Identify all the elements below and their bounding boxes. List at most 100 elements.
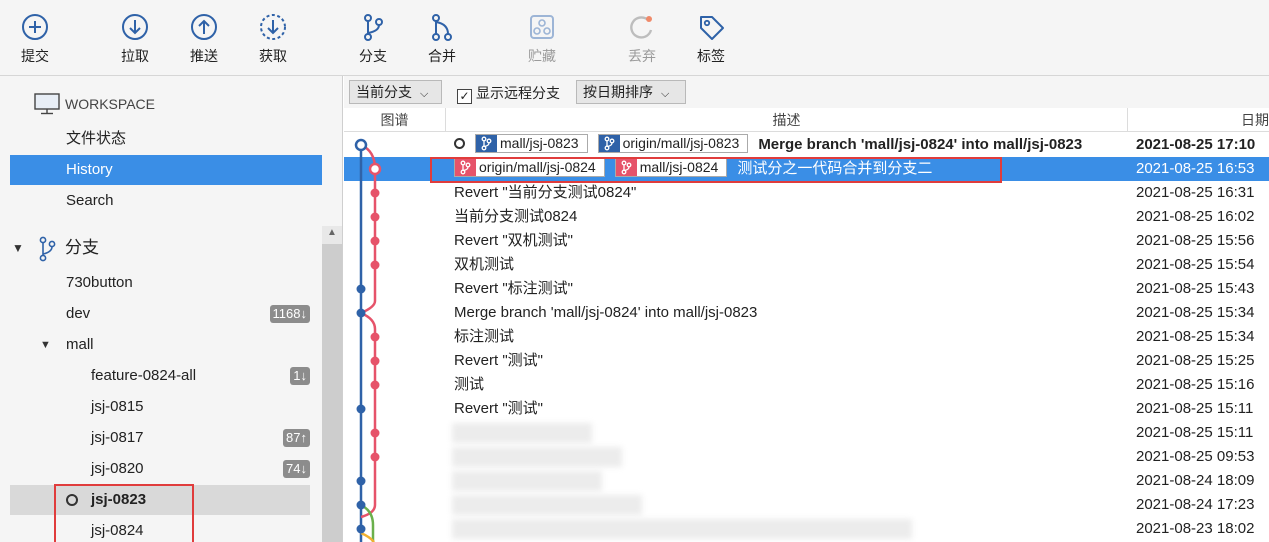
commit-message: 测试 bbox=[454, 376, 485, 393]
graph-node[interactable] bbox=[356, 476, 366, 486]
branch-scope-select[interactable]: 当前分支 ⌵ bbox=[349, 80, 442, 104]
graph-node[interactable] bbox=[370, 332, 380, 342]
branch-name: feature-0824-all bbox=[91, 367, 197, 384]
commit-row[interactable]: Revert "双机测试" 2021-08-25 15:56 bbox=[344, 229, 1269, 253]
redacted-text bbox=[452, 423, 592, 443]
sidebar-item-history[interactable]: History bbox=[10, 155, 322, 185]
commit-row[interactable]: Revert "当前分支测试0824" 2021-08-25 16:31 bbox=[344, 181, 1269, 205]
graph-node[interactable] bbox=[370, 452, 380, 462]
commit-date: 2021-08-25 15:56 bbox=[1136, 232, 1255, 249]
merge-button[interactable]: 合并 bbox=[412, 10, 472, 70]
head-marker-icon bbox=[454, 138, 465, 149]
branch-name: mall bbox=[66, 336, 94, 353]
graph-column-header[interactable]: 图谱 bbox=[344, 108, 446, 132]
tag-button[interactable]: 标签 bbox=[681, 10, 741, 70]
date-column-header[interactable]: 日期 bbox=[1128, 108, 1269, 132]
workspace-header[interactable]: WORKSPACE bbox=[34, 89, 346, 119]
discard-button[interactable]: 丢弃 bbox=[612, 10, 672, 70]
commit-date: 2021-08-23 18:02 bbox=[1136, 520, 1255, 537]
merge-icon bbox=[432, 14, 452, 41]
push-button[interactable]: 推送 bbox=[174, 10, 234, 70]
commit-date: 2021-08-24 18:09 bbox=[1136, 472, 1255, 489]
sidebar-branch-jsj-0817[interactable]: jsj-0817 87↑ bbox=[10, 423, 322, 453]
commit-date: 2021-08-25 16:31 bbox=[1136, 184, 1255, 201]
commit-label: 提交 bbox=[21, 48, 49, 64]
commit-date: 2021-08-25 17:10 bbox=[1136, 136, 1256, 153]
graph-node[interactable] bbox=[370, 356, 380, 366]
graph-node[interactable] bbox=[370, 188, 380, 198]
commit-date: 2021-08-25 15:11 bbox=[1136, 400, 1254, 417]
stash-label: 贮藏 bbox=[528, 48, 556, 64]
behind-count-badge: 1↓ bbox=[290, 367, 310, 385]
commit-button[interactable]: 提交 bbox=[5, 10, 65, 70]
chevron-down-icon: ⌵ bbox=[661, 88, 670, 100]
sourcetree-window: 提交 拉取 推送 获取 分支 合并 贮藏 丢弃 标签 WORKSPACE 文件状… bbox=[0, 0, 1269, 542]
branches-header[interactable]: ▼ 分支 bbox=[10, 233, 322, 263]
commit-row[interactable]: Revert "测试" 2021-08-25 15:11 bbox=[344, 397, 1269, 421]
commit-row[interactable]: 当前分支测试0824 2021-08-25 16:02 bbox=[344, 205, 1269, 229]
graph-node[interactable] bbox=[370, 236, 380, 246]
commit-row[interactable]: 双机测试 2021-08-25 15:54 bbox=[344, 253, 1269, 277]
commit-date: 2021-08-24 17:23 bbox=[1136, 496, 1255, 513]
graph-node-selected[interactable] bbox=[368, 162, 382, 176]
sidebar-branch-dev[interactable]: dev 1168↓ bbox=[10, 299, 322, 329]
sidebar-branch-feature-0824-all[interactable]: feature-0824-all 1↓ bbox=[10, 361, 322, 391]
commit-row[interactable]: Revert "标注测试" 2021-08-25 15:43 bbox=[344, 277, 1269, 301]
branch-icon bbox=[39, 236, 56, 262]
commit-row[interactable]: Merge branch 'mall/jsj-0824' into mall/j… bbox=[344, 301, 1269, 325]
remote-branch-label-tag[interactable]: origin/mall/jsj-0823 bbox=[597, 134, 749, 153]
toolbar: 提交 拉取 推送 获取 分支 合并 贮藏 丢弃 标签 bbox=[0, 0, 1269, 76]
branch-scope-value: 当前分支 bbox=[356, 84, 412, 100]
graph-node[interactable] bbox=[370, 260, 380, 270]
sidebar-branch-730button[interactable]: 730button bbox=[10, 268, 322, 298]
sidebar-branch-jsj-0815[interactable]: jsj-0815 bbox=[10, 392, 322, 422]
show-remote-checkbox[interactable]: ✓ 显示远程分支 bbox=[457, 84, 560, 104]
commit-row[interactable]: 标注测试 2021-08-25 15:34 bbox=[344, 325, 1269, 349]
behind-count-badge: 74↓ bbox=[283, 460, 310, 478]
branch-icon bbox=[598, 135, 620, 152]
description-column-header[interactable]: 描述 bbox=[446, 108, 1128, 132]
pull-label: 拉取 bbox=[121, 48, 149, 64]
merge-label: 合并 bbox=[428, 48, 456, 64]
commit-row[interactable]: 测试 2021-08-25 15:16 bbox=[344, 373, 1269, 397]
checkbox-checked-icon[interactable]: ✓ bbox=[457, 89, 472, 104]
sidebar-item-search[interactable]: Search bbox=[10, 186, 322, 216]
graph-node[interactable] bbox=[370, 212, 380, 222]
sidebar-item-file-status[interactable]: 文件状态 bbox=[10, 124, 322, 154]
graph-node[interactable] bbox=[356, 500, 366, 510]
sidebar-scrollbar-thumb[interactable] bbox=[322, 244, 342, 542]
pull-button[interactable]: 拉取 bbox=[105, 10, 165, 70]
fetch-button[interactable]: 获取 bbox=[243, 10, 303, 70]
sort-order-select[interactable]: 按日期排序 ⌵ bbox=[576, 80, 686, 104]
commit-date: 2021-08-25 16:02 bbox=[1136, 208, 1255, 225]
graph-node[interactable] bbox=[356, 284, 366, 294]
graph-node[interactable] bbox=[356, 404, 366, 414]
arrow-up-circle-icon bbox=[191, 14, 217, 40]
show-remote-label: 显示远程分支 bbox=[476, 85, 560, 101]
branch-button[interactable]: 分支 bbox=[343, 10, 403, 70]
commit-row[interactable]: Revert "测试" 2021-08-25 15:25 bbox=[344, 349, 1269, 373]
stash-button[interactable]: 贮藏 bbox=[512, 10, 572, 70]
branch-name: jsj-0817 bbox=[91, 429, 144, 446]
redacted-text bbox=[452, 447, 622, 467]
branches-title: 分支 bbox=[65, 238, 99, 257]
discard-icon bbox=[630, 16, 653, 39]
sidebar-folder-mall[interactable]: ▼ mall bbox=[10, 330, 322, 360]
redacted-text bbox=[452, 471, 602, 491]
scroll-up-arrow-icon[interactable]: ▲ bbox=[322, 224, 342, 242]
chevron-down-icon[interactable]: ▼ bbox=[40, 330, 51, 360]
commit-row[interactable]: mall/jsj-0823 origin/mall/jsj-0823 Merge b… bbox=[344, 133, 1269, 157]
graph-node[interactable] bbox=[370, 380, 380, 390]
graph-node[interactable] bbox=[356, 524, 366, 534]
graph-node[interactable] bbox=[370, 428, 380, 438]
sidebar-branch-jsj-0820[interactable]: jsj-0820 74↓ bbox=[10, 454, 322, 484]
graph-head-node[interactable] bbox=[354, 138, 368, 152]
commit-date: 2021-08-25 15:16 bbox=[1136, 376, 1255, 393]
commit-message: Revert "测试" bbox=[454, 400, 543, 417]
commit-date: 2021-08-25 15:54 bbox=[1136, 256, 1255, 273]
fetch-label: 获取 bbox=[259, 48, 287, 64]
branch-label-tag[interactable]: mall/jsj-0823 bbox=[475, 134, 588, 153]
graph-node[interactable] bbox=[356, 308, 366, 318]
commit-message: Merge branch 'mall/jsj-0824' into mall/j… bbox=[758, 136, 1083, 153]
chevron-down-icon[interactable]: ▼ bbox=[12, 233, 24, 263]
